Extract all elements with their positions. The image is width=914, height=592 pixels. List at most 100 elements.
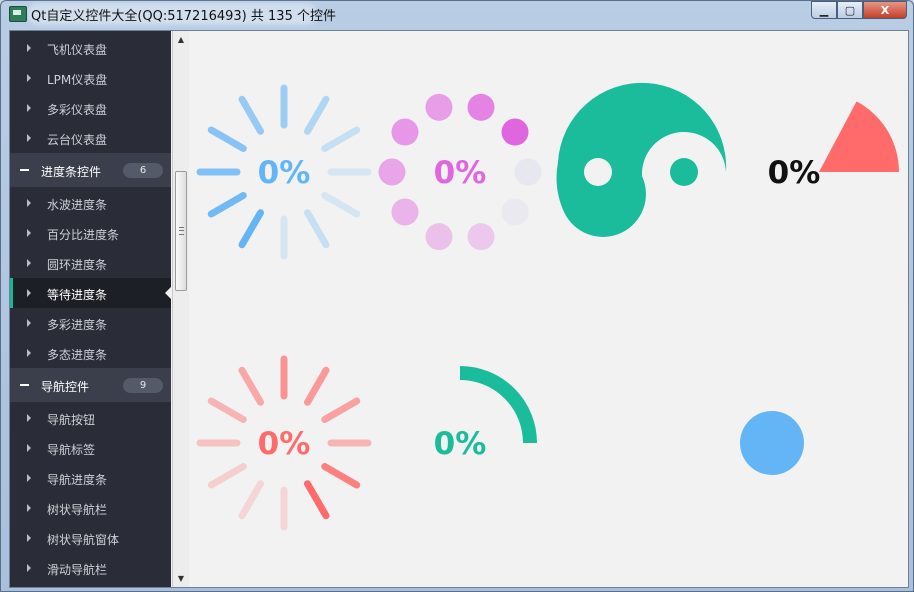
spinner-spoke (207, 463, 247, 489)
sidebar-item[interactable]: 树状导航栏 (10, 493, 171, 523)
sidebar-nav: 飞机仪表盘 LPM仪表盘 多彩仪表盘 云台仪表盘 进度条控件 6 水波进度条 百… (10, 31, 171, 587)
sidebar-item-selected[interactable]: 等待进度条 (10, 278, 171, 308)
spinner-spoke (207, 192, 247, 218)
spinner-spoke (304, 209, 330, 249)
sidebar-item-label: 导航标签 (47, 443, 96, 457)
grip-icon (179, 227, 184, 235)
sidebar-item-label: 导航进度条 (47, 473, 108, 487)
sidebar-item[interactable]: 导航进度条 (10, 463, 171, 493)
spinner-spoke (321, 397, 361, 423)
spinner-dot (425, 93, 453, 121)
sidebar-item[interactable]: 多彩仪表盘 (10, 93, 171, 123)
progress-value-text: 0% (434, 155, 487, 191)
client-area: 飞机仪表盘 LPM仪表盘 多彩仪表盘 云台仪表盘 进度条控件 6 水波进度条 百… (9, 30, 909, 588)
chevron-right-icon (27, 414, 31, 422)
selection-pointer-icon (165, 287, 171, 299)
spinner-spoke (238, 480, 264, 520)
sidebar-item[interactable]: 水波进度条 (10, 188, 171, 218)
chevron-right-icon (27, 134, 31, 142)
collapse-icon (20, 169, 29, 171)
spinner-spoke (238, 209, 264, 249)
close-button[interactable]: X (863, 1, 907, 19)
collapse-icon (20, 384, 29, 386)
sidebar-item-label: 多彩进度条 (47, 318, 108, 332)
spinner-dot (425, 223, 453, 251)
sidebar-item[interactable]: 圆环进度条 (10, 248, 171, 278)
sidebar-scrollbar[interactable]: ▲ ▼ (172, 31, 189, 587)
spinner-spoke (207, 397, 247, 423)
sidebar-item[interactable]: 多彩进度条 (10, 308, 171, 338)
spinner-dot (501, 118, 529, 146)
chevron-right-icon (27, 564, 31, 572)
chevron-right-icon (27, 259, 31, 267)
taichi-eye-light (584, 158, 612, 186)
sidebar-item[interactable]: 滑动导航栏 (10, 553, 171, 583)
sidebar-item-label: 滑动导航栏 (47, 563, 108, 577)
sidebar-item-label: 多态进度条 (47, 348, 108, 362)
chevron-right-icon (27, 319, 31, 327)
taichi-shape (556, 82, 727, 237)
sidebar-item[interactable]: 导航标签 (10, 433, 171, 463)
chevron-right-icon (27, 199, 31, 207)
progress-value-text: 0% (258, 426, 311, 462)
scroll-down-arrow-icon[interactable]: ▼ (173, 570, 189, 587)
sidebar-item[interactable]: 飞机仪表盘 (10, 33, 171, 63)
spinner-spoke (321, 126, 361, 152)
chevron-right-icon (27, 104, 31, 112)
app-icon (9, 6, 27, 22)
sidebar-item-label: 树状导航窗体 (47, 533, 120, 547)
chevron-right-icon (27, 504, 31, 512)
spinner-dot (514, 158, 542, 186)
spinner-dot (391, 118, 419, 146)
sidebar-item-label: 云台仪表盘 (47, 133, 108, 147)
sidebar-item[interactable]: 多态进度条 (10, 338, 171, 368)
app-window: Qt自定义控件大全(QQ:517216493) 共 135 个控件 ▁ ▢ X … (0, 0, 914, 592)
sidebar-group-navigation[interactable]: 导航控件 9 (10, 368, 171, 402)
spinner-spoke (304, 95, 330, 135)
sidebar-item-label: 等待进度条 (47, 288, 108, 302)
sidebar-item-label: 多彩仪表盘 (47, 103, 108, 117)
sidebar-item-label: 飞机仪表盘 (47, 43, 108, 57)
title-bar[interactable]: Qt自定义控件大全(QQ:517216493) 共 135 个控件 ▁ ▢ X (1, 1, 913, 27)
minimize-button[interactable]: ▁ (811, 1, 837, 19)
chevron-right-icon (27, 289, 31, 297)
sidebar-item[interactable]: 树状导航窗体 (10, 523, 171, 553)
sidebar-item[interactable]: 导航按钮 (10, 403, 171, 433)
spinner-spoke (304, 480, 330, 520)
sidebar-item-label: 圆环进度条 (47, 258, 108, 272)
spinner-dot (378, 158, 406, 186)
progress-demo-area: 0% 0% 0% 0% 0% (190, 31, 908, 587)
group-count-badge: 9 (123, 378, 163, 393)
sidebar-item[interactable]: 百分比进度条 (10, 218, 171, 248)
caption-buttons: ▁ ▢ X (811, 1, 907, 21)
selection-accent (10, 278, 13, 308)
group-count-badge: 6 (123, 163, 163, 178)
spinner-spoke (238, 366, 264, 406)
chevron-right-icon (27, 534, 31, 542)
spinner-spoke (321, 463, 361, 489)
sidebar-item-label: 水波进度条 (47, 198, 108, 212)
chevron-right-icon (27, 44, 31, 52)
spinner-dot (467, 93, 495, 121)
scroll-up-arrow-icon[interactable]: ▲ (173, 31, 189, 48)
sidebar-item[interactable]: LPM仪表盘 (10, 63, 171, 93)
progress-value-text: 0% (434, 426, 487, 462)
spinner-dot (501, 198, 529, 226)
maximize-button[interactable]: ▢ (837, 1, 863, 19)
chevron-right-icon (27, 474, 31, 482)
progress-canvas: 0% 0% 0% 0% 0% (196, 82, 899, 531)
spinner-spoke (207, 126, 247, 152)
taichi-eye-dark (670, 158, 698, 186)
scrollbar-thumb[interactable] (175, 171, 187, 291)
group-label: 导航控件 (41, 380, 90, 394)
spinner-dot (391, 198, 419, 226)
progress-value-text: 0% (258, 155, 311, 191)
sidebar-item-label: LPM仪表盘 (47, 73, 108, 87)
sidebar-item[interactable]: 云台仪表盘 (10, 123, 171, 153)
progress-dot (740, 411, 804, 475)
sidebar-group-progress[interactable]: 进度条控件 6 (10, 153, 171, 187)
chevron-right-icon (27, 349, 31, 357)
spinner-spoke (304, 366, 330, 406)
spinner-spoke (238, 95, 264, 135)
chevron-right-icon (27, 229, 31, 237)
